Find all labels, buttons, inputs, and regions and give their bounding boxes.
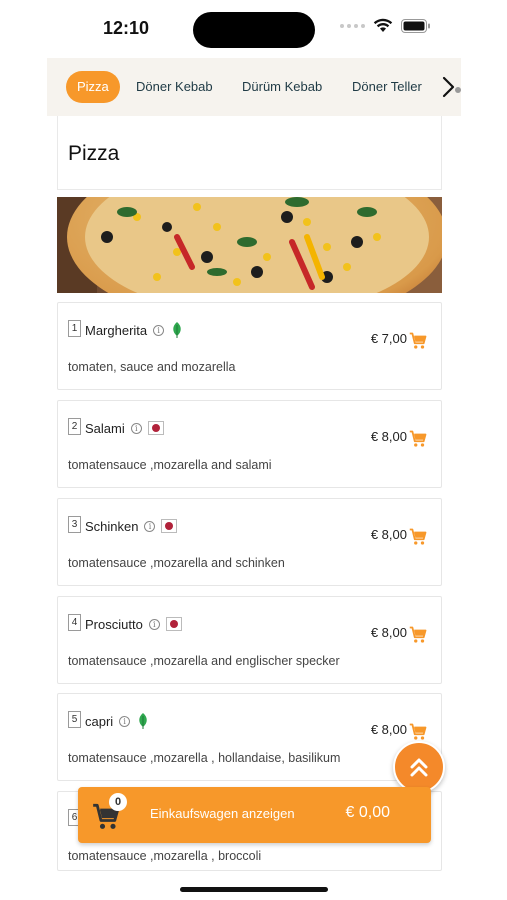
product-price: € 8,00 <box>370 722 407 737</box>
tab-doener-kebab[interactable]: Döner Kebab <box>136 71 213 103</box>
info-icon[interactable]: i <box>148 618 160 630</box>
product-description: tomatensauce ,mozarella and englischer s… <box>68 654 340 668</box>
product-name: Salami <box>85 420 125 436</box>
product-price: € 8,00 <box>370 527 407 542</box>
category-tabs: Pizza Döner Kebab Dürüm Kebab Döner Tell… <box>47 58 461 116</box>
wifi-icon <box>373 18 393 32</box>
product-name-row: Margherita i <box>85 320 184 340</box>
product-name-row: Prosciutto i <box>85 614 182 634</box>
add-to-cart-icon[interactable] <box>409 528 427 546</box>
meat-badge-icon <box>161 519 178 533</box>
product-price: € 8,00 <box>370 625 407 640</box>
product-name: Margherita <box>85 322 148 338</box>
add-to-cart-icon[interactable] <box>409 430 427 448</box>
product-price: € 7,00 <box>370 331 407 346</box>
info-icon[interactable]: i <box>144 520 156 532</box>
cart-count-badge: 0 <box>109 793 127 811</box>
info-icon[interactable]: i <box>153 324 165 336</box>
double-chevron-up-icon <box>410 758 428 777</box>
meat-badge-icon <box>165 617 182 631</box>
vegetarian-leaf-icon <box>173 322 181 338</box>
product-card[interactable]: 1 Margherita i € 7,00 tomaten, sauce and… <box>57 302 442 390</box>
cart-total: € 0,00 <box>345 804 390 821</box>
product-name: Schinken <box>85 518 139 534</box>
product-description: tomatensauce ,mozarella , broccoli <box>68 849 262 863</box>
battery-icon <box>401 18 430 33</box>
scroll-to-top-button[interactable] <box>393 741 445 793</box>
add-to-cart-icon[interactable] <box>409 332 427 350</box>
product-number: 4 <box>68 614 81 631</box>
product-name-row: capri i <box>85 711 150 731</box>
product-name: Prosciutto <box>85 616 143 632</box>
product-number: 1 <box>68 320 81 337</box>
product-number: 3 <box>68 516 81 533</box>
info-icon[interactable]: i <box>130 422 142 434</box>
home-indicator[interactable] <box>180 887 328 892</box>
status-time: 12:10 <box>103 18 150 38</box>
tab-duerum-kebab[interactable]: Dürüm Kebab <box>242 71 322 103</box>
vegetarian-leaf-icon <box>139 713 147 729</box>
product-card[interactable]: 4 Prosciutto i € 8,00 tomatensauce ,moza… <box>57 596 442 684</box>
status-bar: 12:10 <box>0 0 507 56</box>
signal-icon <box>340 23 365 28</box>
tab-pizza[interactable]: Pizza <box>66 71 120 103</box>
product-card[interactable]: 3 Schinken i € 8,00 tomatensauce ,mozare… <box>57 498 442 586</box>
product-price: € 8,00 <box>370 429 407 444</box>
product-description: tomaten, sauce and mozarella <box>68 360 236 374</box>
product-name-row: Schinken i <box>85 516 178 536</box>
product-description: tomatensauce ,mozarella , hollandaise, b… <box>68 751 341 765</box>
add-to-cart-icon[interactable] <box>409 626 427 644</box>
tab-doener-teller[interactable]: Döner Teller <box>352 71 422 103</box>
cart-label: Einkaufswagen anzeigen <box>150 806 295 821</box>
category-banner-image <box>57 197 442 293</box>
product-card[interactable]: 5 capri i € 8,00 tomatensauce ,mozarella… <box>57 693 442 781</box>
more-tabs-indicator <box>455 87 461 93</box>
product-description: tomatensauce ,mozarella and schinken <box>68 556 285 570</box>
view-cart-button[interactable]: 0 Einkaufswagen anzeigen € 0,00 <box>78 787 431 843</box>
info-icon[interactable]: i <box>119 715 131 727</box>
product-card[interactable]: 2 Salami i € 8,00 tomatensauce ,mozarell… <box>57 400 442 488</box>
add-to-cart-icon[interactable] <box>409 723 427 741</box>
product-description: tomatensauce ,mozarella and salami <box>68 458 272 472</box>
status-icons <box>340 18 431 33</box>
product-number: 2 <box>68 418 81 435</box>
product-name-row: Salami i <box>85 418 164 438</box>
product-number: 5 <box>68 711 81 728</box>
category-title: Pizza <box>68 142 120 165</box>
product-name: capri <box>85 713 114 729</box>
dynamic-island <box>193 12 315 48</box>
category-header: Pizza <box>57 116 442 190</box>
meat-badge-icon <box>147 421 164 435</box>
